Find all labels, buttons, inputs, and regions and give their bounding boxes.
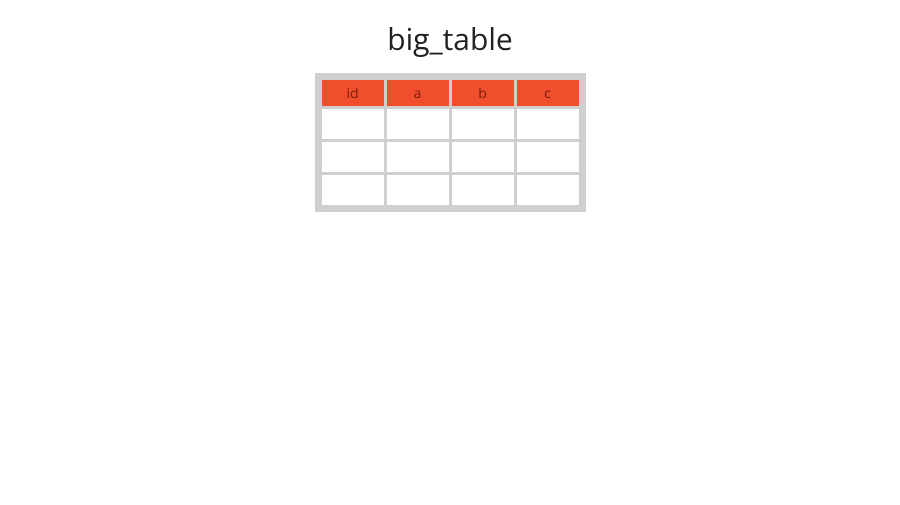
diagram-container: big_table id a b c — [0, 0, 900, 212]
table-cell — [452, 175, 514, 205]
table-cell — [452, 142, 514, 172]
table-cell — [517, 175, 579, 205]
table-frame: id a b c — [315, 73, 586, 212]
table-cell — [322, 109, 384, 139]
big-table: id a b c — [319, 77, 582, 208]
table-cell — [322, 175, 384, 205]
col-header-b: b — [452, 80, 514, 106]
table-title: big_table — [387, 18, 513, 59]
table-cell — [452, 109, 514, 139]
table-row — [322, 109, 579, 139]
table-cell — [322, 142, 384, 172]
table-cell — [387, 142, 449, 172]
table-cell — [517, 109, 579, 139]
col-header-a: a — [387, 80, 449, 106]
table-header-row: id a b c — [322, 80, 579, 106]
table-cell — [517, 142, 579, 172]
col-header-id: id — [322, 80, 384, 106]
table-row — [322, 175, 579, 205]
table-row — [322, 142, 579, 172]
col-header-c: c — [517, 80, 579, 106]
table-cell — [387, 109, 449, 139]
table-cell — [387, 175, 449, 205]
